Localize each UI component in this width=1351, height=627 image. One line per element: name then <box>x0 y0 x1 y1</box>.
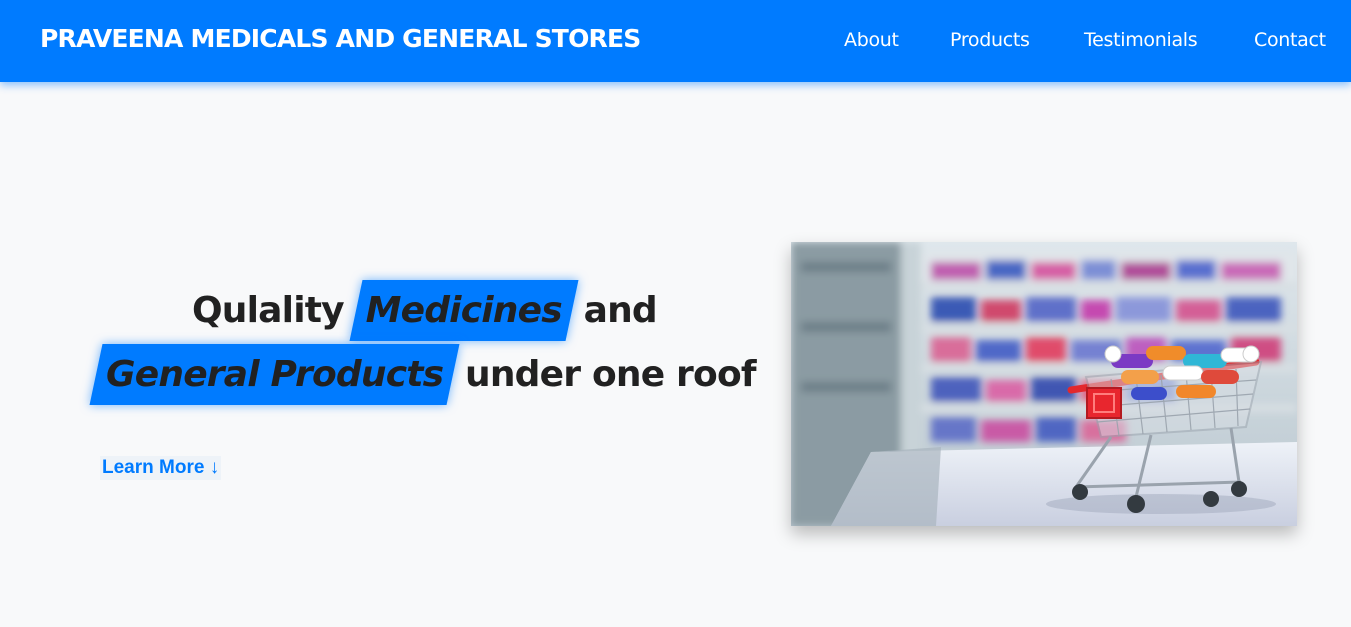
learn-more-link[interactable]: Learn More ↓ <box>100 456 222 480</box>
hero-highlight-medicines: Medicines <box>356 290 572 331</box>
hero-image <box>791 242 1297 526</box>
hero-text: and <box>583 290 658 331</box>
hero-highlight-general-products: General Products <box>96 354 453 395</box>
nav-link-products[interactable]: Products <box>950 29 1030 51</box>
nav-link-about[interactable]: About <box>844 29 899 51</box>
nav-link-testimonials[interactable]: Testimonials <box>1084 29 1198 51</box>
hero-text: under one roof <box>465 354 757 395</box>
brand-logo[interactable]: PRAVEENA MEDICALS AND GENERAL STORES <box>40 24 641 53</box>
navbar: PRAVEENA MEDICALS AND GENERAL STORES Abo… <box>0 0 1351 82</box>
hero-text: Qulality <box>192 290 345 331</box>
hero-heading-line-1: Qulality Medicines and <box>192 290 658 331</box>
nav-link-contact[interactable]: Contact <box>1254 29 1326 51</box>
hero-heading-line-2: General Products under one roof <box>96 354 757 395</box>
pharmacy-cart-illustration <box>791 242 1297 526</box>
